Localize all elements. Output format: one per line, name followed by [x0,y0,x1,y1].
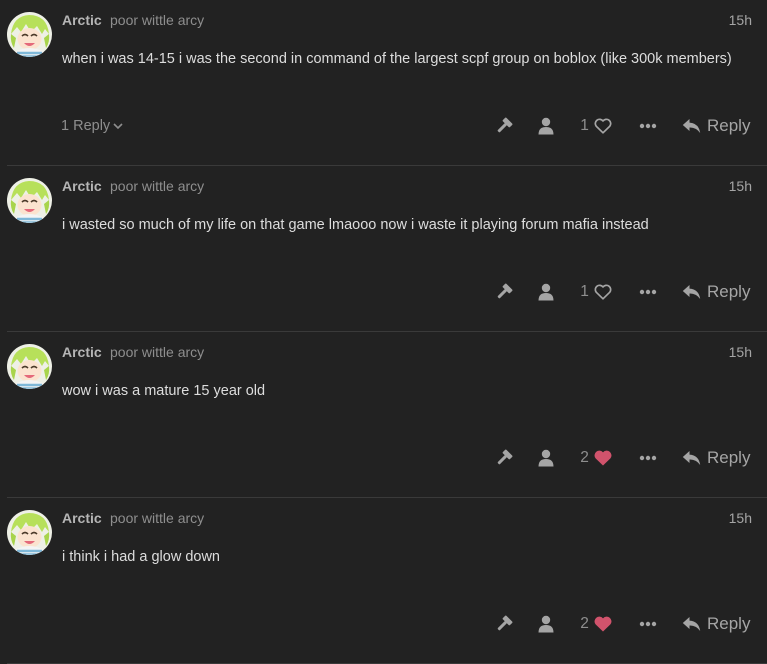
like-count: 2 [580,449,589,466]
user-icon [538,615,554,633]
reply-button[interactable]: Reply [682,606,758,642]
like-button[interactable]: 1 [572,108,620,144]
post-timestamp[interactable]: 15h [729,510,752,526]
replies-toggle[interactable]: 1 Reply [61,118,123,134]
username[interactable]: Arctic [62,510,102,526]
more-button[interactable] [636,108,660,144]
post: Arctic poor wittle arcy 15h i think i ha… [0,498,767,664]
heart-filled-icon [594,616,612,632]
reply-button[interactable]: Reply [682,440,758,476]
heart-filled-icon [594,450,612,466]
wrench-icon [497,117,513,133]
more-button[interactable] [636,606,660,642]
admin-button[interactable] [492,274,516,310]
wrench-icon [497,615,513,631]
post: Arctic poor wittle arcy 15h i wasted so … [0,166,767,332]
like-button[interactable]: 2 [572,440,620,476]
avatar-image [7,12,52,57]
user-icon [538,283,554,301]
chevron-down-icon [113,123,123,130]
reply-icon [682,617,701,631]
wrench-icon [497,449,513,465]
like-button[interactable]: 1 [572,274,620,310]
reply-label: Reply [707,282,751,301]
admin-button[interactable] [492,108,516,144]
more-icon [639,123,657,129]
more-button[interactable] [636,274,660,310]
post: Arctic poor wittle arcy 15h when i was 1… [0,0,767,166]
post-body: wow i was a mature 15 year old [62,383,266,399]
post-timestamp[interactable]: 15h [729,178,752,194]
like-count: 2 [580,615,589,632]
avatar-image [7,344,52,389]
reply-label: Reply [707,614,751,633]
username[interactable]: Arctic [62,344,102,360]
post-timestamp[interactable]: 15h [729,344,752,360]
reply-icon [682,451,701,465]
avatar[interactable] [7,178,52,223]
avatar[interactable] [7,12,52,57]
post-body: when i was 14-15 i was the second in com… [62,51,732,67]
more-icon [639,455,657,461]
admin-button[interactable] [492,440,516,476]
like-button[interactable]: 2 [572,606,620,642]
avatar-image [7,178,52,223]
post: Arctic poor wittle arcy 15h wow i was a … [0,332,767,498]
like-count: 1 [580,117,589,134]
reply-button[interactable]: Reply [682,274,758,310]
more-icon [639,289,657,295]
user-admin-button[interactable] [534,274,558,310]
user-admin-button[interactable] [534,440,558,476]
user-title: poor wittle arcy [110,12,205,28]
username[interactable]: Arctic [62,12,102,28]
reply-label: Reply [707,116,751,135]
avatar-image [7,510,52,555]
user-admin-button[interactable] [534,108,558,144]
avatar[interactable] [7,510,52,555]
user-title: poor wittle arcy [110,178,205,194]
post-body: i wasted so much of my life on that game… [62,217,649,233]
heart-outline-icon [594,284,612,300]
reply-button[interactable]: Reply [682,108,758,144]
wrench-icon [497,283,513,299]
replies-label: 1 Reply [61,118,111,134]
reply-label: Reply [707,448,751,467]
reply-icon [682,119,701,133]
user-icon [538,117,554,135]
user-icon [538,449,554,467]
heart-outline-icon [594,118,612,134]
reply-icon [682,285,701,299]
like-count: 1 [580,283,589,300]
more-icon [639,621,657,627]
more-button[interactable] [636,440,660,476]
user-title: poor wittle arcy [110,344,205,360]
post-body: i think i had a glow down [62,549,220,565]
admin-button[interactable] [492,606,516,642]
avatar[interactable] [7,344,52,389]
username[interactable]: Arctic [62,178,102,194]
user-title: poor wittle arcy [110,510,205,526]
user-admin-button[interactable] [534,606,558,642]
post-timestamp[interactable]: 15h [729,12,752,28]
